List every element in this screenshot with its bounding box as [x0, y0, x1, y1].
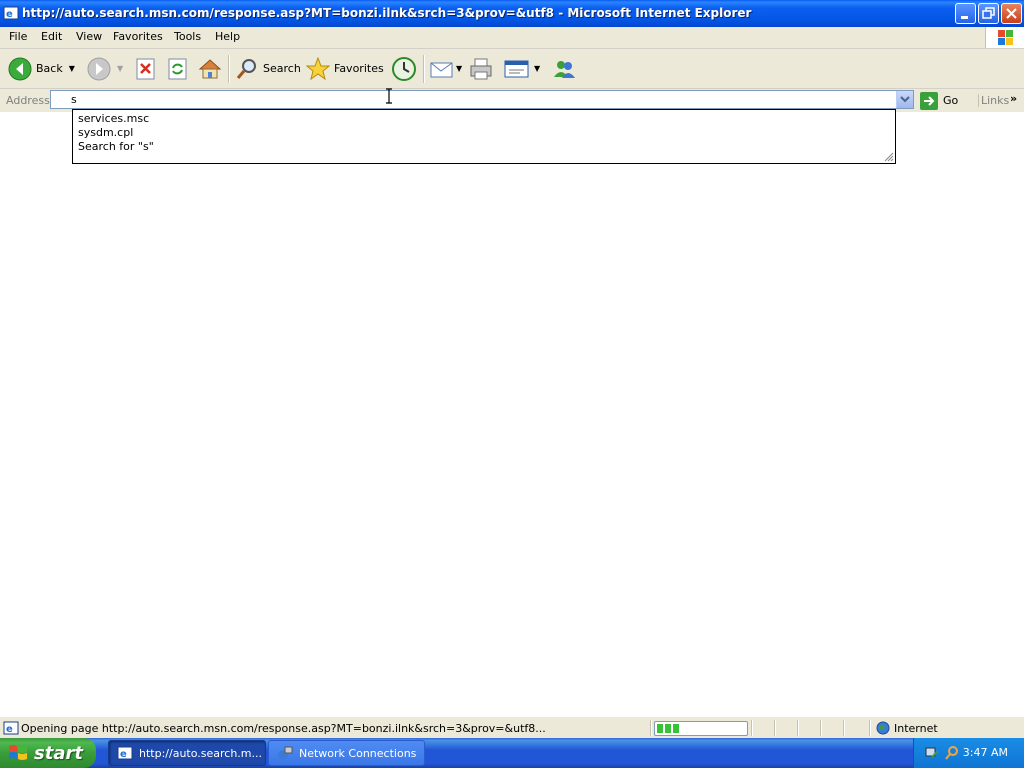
chevron-down-icon[interactable]: ▼: [117, 64, 123, 73]
menu-favorites[interactable]: Favorites: [113, 30, 163, 43]
search-tray-icon[interactable]: [944, 745, 960, 761]
chevron-down-icon[interactable]: ▼: [69, 64, 75, 73]
start-button[interactable]: start: [0, 738, 96, 768]
address-input[interactable]: [53, 91, 911, 108]
windows-flag-icon: [9, 745, 27, 760]
zone-label: Internet: [894, 721, 938, 735]
star-icon: [306, 56, 330, 80]
forward-button[interactable]: ▼: [87, 49, 123, 88]
svg-text:e: e: [6, 724, 13, 735]
refresh-icon: [168, 58, 187, 79]
minimize-icon: [961, 16, 968, 19]
favorites-label: Favorites: [334, 62, 384, 75]
edit-page-icon: [504, 60, 529, 77]
address-autocomplete: services.msc sysdm.cpl Search for "s": [72, 109, 896, 164]
chevron-right-icon[interactable]: »: [1010, 92, 1017, 105]
printer-icon: [470, 58, 492, 79]
forward-arrow-icon: [87, 57, 111, 80]
start-label: start: [34, 742, 83, 764]
status-bar: e Opening page http://auto.search.msn.co…: [0, 716, 1024, 739]
title-bar[interactable]: e http://auto.search.msn.com/response.as…: [0, 0, 1024, 27]
window-title: http://auto.search.msn.com/response.asp?…: [22, 6, 752, 20]
search-button[interactable]: Search: [235, 49, 301, 88]
go-label: Go: [943, 94, 959, 107]
task-label: Network Connections: [299, 746, 417, 760]
svg-text:e: e: [120, 749, 127, 760]
windows-logo-icon: [985, 27, 1024, 48]
messenger-icon: [554, 60, 575, 78]
menu-edit[interactable]: Edit: [41, 30, 62, 43]
task-label: http://auto.search.m...: [139, 746, 262, 760]
network-tray-icon[interactable]: [924, 745, 940, 761]
progress-bar: [654, 721, 748, 736]
menu-file[interactable]: File: [9, 30, 27, 43]
refresh-button[interactable]: [167, 49, 189, 88]
mail-icon: [430, 62, 453, 77]
page-icon: e: [3, 721, 19, 735]
search-label: Search: [263, 62, 301, 75]
svg-text:e: e: [6, 9, 13, 20]
menu-help[interactable]: Help: [215, 30, 240, 43]
go-button[interactable]: Go: [920, 91, 958, 110]
system-tray: 3:47 AM: [913, 738, 1024, 768]
history-button[interactable]: [391, 49, 417, 88]
close-button[interactable]: [1001, 3, 1022, 24]
autocomplete-item[interactable]: Search for "s": [78, 140, 154, 153]
messenger-button[interactable]: [552, 49, 576, 88]
taskbar: start e http://auto.search.m... Network …: [0, 738, 1024, 768]
links-label[interactable]: Links: [978, 94, 1009, 107]
resize-grip-icon[interactable]: [882, 150, 894, 162]
address-label: Address: [6, 94, 50, 107]
go-arrow-icon: [920, 91, 938, 110]
chevron-down-icon[interactable]: ▼: [534, 64, 540, 73]
menu-bar: File Edit View Favorites Tools Help: [0, 27, 1024, 49]
restore-icon: [982, 7, 995, 19]
stop-button[interactable]: [135, 49, 157, 88]
progress-fill: [657, 724, 681, 733]
status-text: Opening page http://auto.search.msn.com/…: [21, 722, 546, 735]
autocomplete-item[interactable]: services.msc: [78, 112, 149, 125]
search-icon: [236, 58, 256, 79]
home-icon: [198, 58, 222, 78]
print-button[interactable]: [469, 49, 493, 88]
task-network-connections[interactable]: Network Connections: [268, 740, 425, 766]
autocomplete-item[interactable]: sysdm.cpl: [78, 126, 133, 139]
globe-icon: [876, 721, 890, 735]
edit-button[interactable]: ▼: [504, 49, 540, 88]
security-zone: Internet: [876, 721, 938, 735]
minimize-button[interactable]: [955, 3, 976, 24]
ie-icon: e: [117, 746, 133, 760]
close-icon: [1006, 8, 1017, 19]
back-label: Back: [36, 62, 63, 75]
ie-icon: e: [3, 6, 19, 20]
back-button[interactable]: Back ▼: [8, 49, 75, 88]
menu-tools[interactable]: Tools: [174, 30, 201, 43]
history-icon: [392, 56, 416, 81]
text-cursor-icon: [386, 88, 392, 104]
back-arrow-icon: [8, 57, 32, 80]
restore-button[interactable]: [978, 3, 999, 24]
clock: 3:47 AM: [962, 746, 1008, 759]
task-ie[interactable]: e http://auto.search.m...: [108, 740, 266, 766]
chevron-down-icon[interactable]: ▼: [456, 64, 462, 73]
address-dropdown-button[interactable]: [896, 91, 913, 108]
toolbar: Back ▼ ▼ Search Favorites ▼ ▼: [0, 49, 1024, 89]
mail-button[interactable]: ▼: [430, 49, 462, 88]
address-box[interactable]: [50, 90, 914, 109]
network-connections-icon: [278, 746, 293, 760]
menu-view[interactable]: View: [76, 30, 102, 43]
chevron-down-icon: [900, 96, 910, 103]
home-button[interactable]: [198, 49, 222, 88]
stop-icon: [136, 58, 155, 79]
favorites-button[interactable]: Favorites: [306, 49, 384, 88]
